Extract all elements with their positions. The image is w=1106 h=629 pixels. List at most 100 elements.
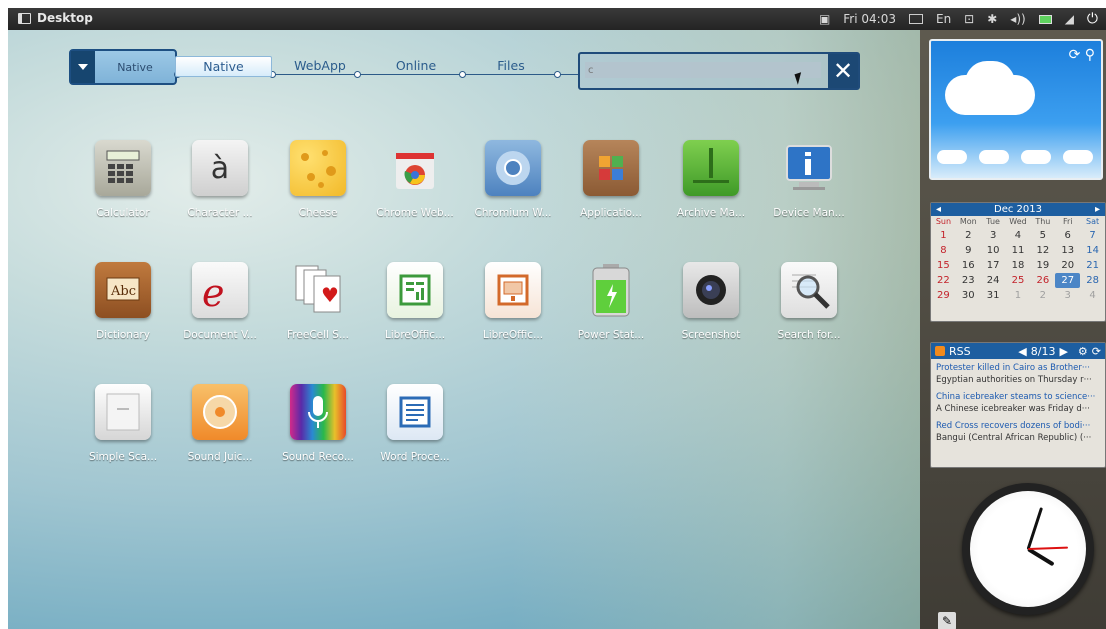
tab-online[interactable]: Online <box>386 56 446 75</box>
calendar-day[interactable]: 25 <box>1006 273 1031 288</box>
app-chrome-web-store[interactable]: Chrome Web... <box>375 140 455 230</box>
calendar-day[interactable]: 31 <box>981 288 1006 303</box>
calendar-day[interactable]: 13 <box>1055 243 1080 258</box>
desktop-icon <box>18 12 31 24</box>
keyboard-icon[interactable] <box>908 14 923 24</box>
weather-widget[interactable]: ⟳ ⚲ <box>929 39 1103 180</box>
tab-native[interactable]: Native <box>175 56 272 77</box>
app-libreoffice-calc[interactable]: LibreOffic... <box>375 262 455 352</box>
power-icon[interactable]: ⏻ <box>1087 11 1098 27</box>
calendar-day[interactable]: 24 <box>981 273 1006 288</box>
calendar-day[interactable]: 14 <box>1080 243 1105 258</box>
document-viewer-icon: e <box>192 262 248 318</box>
app-device-manager[interactable]: Device Man... <box>769 140 849 230</box>
rss-item-title[interactable]: China icebreaker steams to science··· <box>936 391 1100 403</box>
app-chromium[interactable]: Chromium W... <box>473 140 553 230</box>
calendar-day[interactable]: 23 <box>956 273 981 288</box>
calendar-day[interactable]: 15 <box>931 258 956 273</box>
forecast-cloud-icon <box>937 150 967 164</box>
calendar-day[interactable]: 28 <box>1080 273 1105 288</box>
calendar-day[interactable]: 27 <box>1055 273 1081 288</box>
rss-settings-icon[interactable]: ⚙ <box>1078 345 1088 358</box>
close-icon[interactable]: ✕ <box>828 54 858 88</box>
calendar-day[interactable]: 9 <box>956 243 981 258</box>
calendar-day[interactable]: 12 <box>1030 243 1055 258</box>
app-character-map[interactable]: à Character ... <box>180 140 260 230</box>
rss-item[interactable]: Protester killed in Cairo as Brother··· … <box>931 359 1105 388</box>
calendar-day[interactable]: 17 <box>981 258 1006 273</box>
calendar-day[interactable]: 6 <box>1055 228 1080 243</box>
calendar-day[interactable]: 2 <box>1030 288 1055 303</box>
calendar-day[interactable]: 21 <box>1080 258 1105 273</box>
rss-item[interactable]: Red Cross recovers dozens of bodi··· Ban… <box>931 417 1105 446</box>
app-label: LibreOffic... <box>482 329 544 341</box>
next-month-icon[interactable]: ▸ <box>1095 204 1100 215</box>
word-processor-icon <box>387 384 443 440</box>
app-sound-recorder[interactable]: Sound Reco... <box>278 384 358 474</box>
tab-webapp[interactable]: WebApp <box>288 56 352 75</box>
calendar-day[interactable]: 20 <box>1055 258 1080 273</box>
simple-scan-icon <box>95 384 151 440</box>
calendar-day[interactable]: 3 <box>1055 288 1080 303</box>
language-indicator[interactable]: En <box>936 12 951 26</box>
app-word-processor[interactable]: Word Proce... <box>375 384 455 474</box>
calendar-day[interactable]: 26 <box>1030 273 1055 288</box>
calendar-day[interactable]: 8 <box>931 243 956 258</box>
chrome-web-store-icon <box>387 140 443 196</box>
rss-item[interactable]: China icebreaker steams to science··· A … <box>931 388 1105 417</box>
network-icon[interactable]: ◢ <box>1065 12 1074 26</box>
tab-files[interactable]: Files <box>486 56 536 75</box>
calendar-day[interactable]: 16 <box>956 258 981 273</box>
notes-icon[interactable]: ▣ <box>819 12 830 26</box>
category-dropdown[interactable]: Native <box>69 49 177 85</box>
calendar-day[interactable]: 1 <box>1006 288 1031 303</box>
app-application-box[interactable]: Applicatio... <box>571 140 651 230</box>
calendar-day[interactable]: 30 <box>956 288 981 303</box>
edit-pencil-icon[interactable]: ✎ <box>938 612 956 629</box>
app-cheese[interactable]: Cheese <box>278 140 358 230</box>
clock-text[interactable]: Fri 04:03 <box>843 12 896 26</box>
calendar-day[interactable]: 5 <box>1030 228 1055 243</box>
application-box-icon <box>583 140 639 196</box>
display-icon[interactable]: ⊡ <box>964 12 974 26</box>
bluetooth-icon[interactable]: ✱ <box>987 12 997 26</box>
calendar-day[interactable]: 1 <box>931 228 956 243</box>
rss-next-icon[interactable]: ▶ <box>1059 345 1067 358</box>
battery-icon[interactable] <box>1038 14 1052 24</box>
app-archive-manager[interactable]: Archive Ma... <box>671 140 751 230</box>
app-document-viewer[interactable]: e Document V... <box>180 262 260 352</box>
calendar-day[interactable]: 18 <box>1006 258 1031 273</box>
rss-item-title[interactable]: Protester killed in Cairo as Brother··· <box>936 362 1100 374</box>
show-desktop-button[interactable]: Desktop <box>18 11 93 25</box>
calendar-day[interactable]: 2 <box>956 228 981 243</box>
rss-prev-icon[interactable]: ◀ <box>1018 345 1026 358</box>
calendar-day[interactable]: 10 <box>981 243 1006 258</box>
app-dictionary[interactable]: Abc Dictionary <box>83 262 163 352</box>
calendar-day[interactable]: 4 <box>1080 288 1105 303</box>
app-freecell[interactable]: ♥ FreeCell S... <box>278 262 358 352</box>
app-label: Document V... <box>183 329 257 341</box>
svg-text:e: e <box>202 271 225 312</box>
app-libreoffice-impress[interactable]: LibreOffic... <box>473 262 553 352</box>
app-sound-juicer[interactable]: Sound Juic... <box>180 384 260 474</box>
refresh-icon[interactable]: ⟳ ⚲ <box>1069 47 1095 63</box>
calendar-day[interactable]: 11 <box>1006 243 1031 258</box>
calendar-day[interactable]: 3 <box>981 228 1006 243</box>
app-screenshot[interactable]: Screenshot <box>671 262 751 352</box>
cheese-icon <box>290 140 346 196</box>
app-simple-scan[interactable]: Simple Sca... <box>83 384 163 474</box>
calendar-day[interactable]: 29 <box>931 288 956 303</box>
volume-icon[interactable]: ◂)) <box>1010 12 1025 26</box>
rss-item-title[interactable]: Red Cross recovers dozens of bodi··· <box>936 420 1100 432</box>
rss-refresh-icon[interactable]: ⟳ <box>1092 345 1101 358</box>
calendar-day[interactable]: 19 <box>1030 258 1055 273</box>
app-power-statistics[interactable]: Power Stat... <box>571 262 651 352</box>
app-search-files[interactable]: Search for... <box>769 262 849 352</box>
rss-title: RSS <box>949 344 971 358</box>
calendar-day[interactable]: 4 <box>1006 228 1031 243</box>
calendar-day[interactable]: 22 <box>931 273 956 288</box>
search-input[interactable] <box>585 62 821 78</box>
prev-month-icon[interactable]: ◂ <box>936 204 941 215</box>
calendar-day[interactable]: 7 <box>1080 228 1105 243</box>
app-calculator[interactable]: Calculator <box>83 140 163 230</box>
